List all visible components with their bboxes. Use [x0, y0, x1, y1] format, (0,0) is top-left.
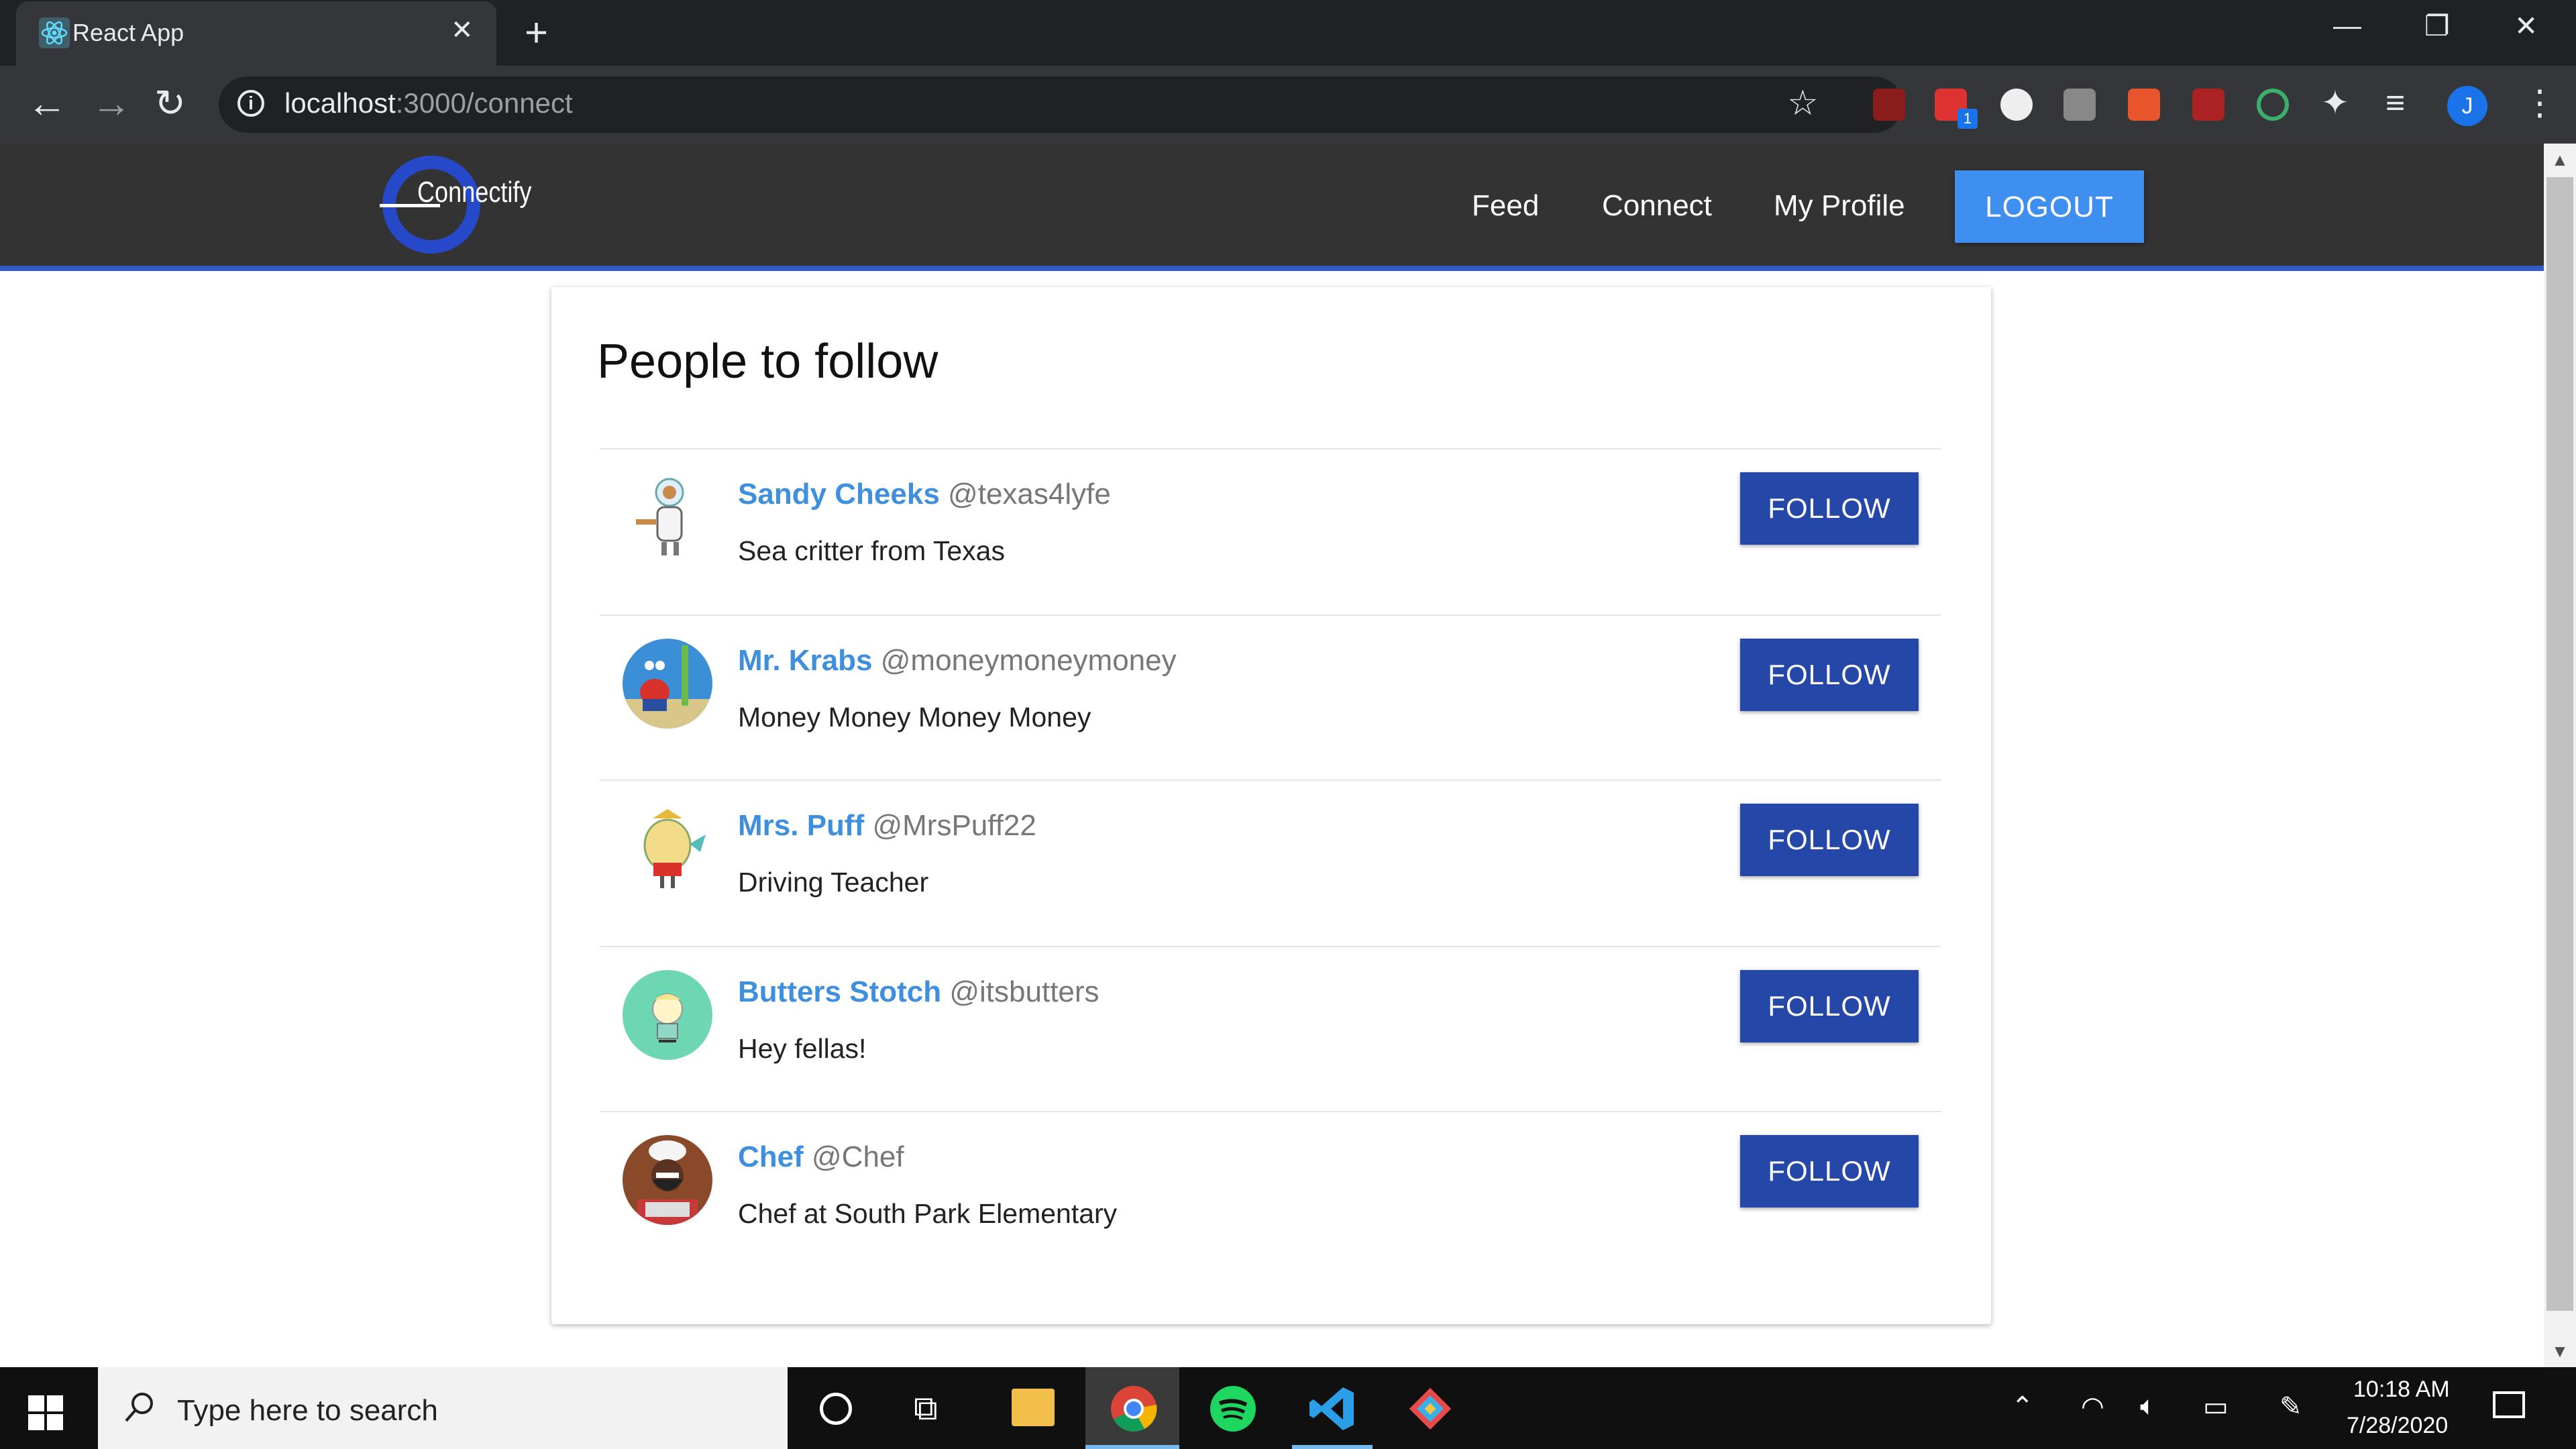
avatar-mr-krabs[interactable] [623, 639, 712, 729]
info-icon[interactable]: i [237, 90, 264, 117]
divider [600, 448, 1941, 449]
app-header [0, 144, 2544, 271]
follow-button[interactable]: FOLLOW [1740, 970, 1919, 1042]
divider [600, 946, 1941, 947]
follow-button[interactable]: FOLLOW [1740, 1135, 1919, 1208]
avatar-chef[interactable] [623, 1135, 712, 1225]
person-name[interactable]: Chef @Chef [738, 1140, 904, 1174]
extension-flag-icon[interactable] [2192, 89, 2224, 121]
extensions-puzzle-icon[interactable]: ✦ [2321, 83, 2349, 122]
person-handle: @MrsPuff22 [872, 809, 1036, 842]
battery-icon[interactable]: ▭ [2203, 1391, 2229, 1422]
person-name[interactable]: Mr. Krabs @moneymoneymoney [738, 644, 1177, 678]
url-text[interactable]: localhost:3000/connect [284, 87, 573, 119]
follow-button[interactable]: FOLLOW [1740, 804, 1919, 876]
person-name-text[interactable]: Mr. Krabs [738, 644, 873, 677]
avatar-sandy-cheeks[interactable] [623, 472, 712, 562]
scrollbar-thumb[interactable] [2546, 177, 2573, 1311]
person-bio: Money Money Money Money [738, 702, 1091, 733]
person-handle: @itsbutters [949, 975, 1099, 1008]
react-icon [39, 17, 70, 48]
follow-button[interactable]: FOLLOW [1740, 472, 1919, 545]
url-path: :3000/connect [395, 87, 573, 119]
bookmark-star-icon[interactable]: ☆ [1787, 83, 1819, 123]
close-window-icon[interactable]: ✕ [2514, 9, 2538, 42]
clock-time[interactable]: 10:18 AM [2353, 1377, 2450, 1403]
logo-text[interactable]: Connectify [417, 176, 531, 209]
browser-menu-icon[interactable]: ⋮ [2522, 83, 2557, 123]
person-name-text[interactable]: Chef [738, 1140, 804, 1173]
avatar-butters-stotch[interactable] [623, 970, 712, 1060]
new-tab-icon[interactable]: + [525, 9, 548, 56]
person-name-text[interactable]: Butters Stotch [738, 975, 941, 1008]
wifi-icon[interactable]: ◠ [2081, 1391, 2104, 1422]
chrome-active-indicator [1085, 1445, 1179, 1449]
tray-chevron-up-icon[interactable]: ⌃ [2011, 1391, 2034, 1422]
clock-date[interactable]: 7/28/2020 [2347, 1413, 2448, 1439]
pen-icon[interactable]: ✎ [2279, 1391, 2302, 1422]
person-name-text[interactable]: Sandy Cheeks [738, 478, 940, 511]
person-bio: Hey fellas! [738, 1033, 867, 1064]
extension-paw-icon[interactable] [2128, 89, 2160, 121]
reload-icon[interactable]: ↻ [154, 83, 186, 123]
person-name[interactable]: Mrs. Puff @MrsPuff22 [738, 809, 1036, 843]
volume-icon[interactable]: 🔈︎ [2140, 1391, 2156, 1421]
avatar-mrs-puff[interactable] [623, 804, 712, 894]
url-host: localhost [284, 87, 396, 119]
divider [600, 614, 1941, 616]
back-icon[interactable]: ← [27, 83, 67, 123]
page-title: People to follow [597, 335, 938, 388]
spotify-icon[interactable] [1209, 1385, 1257, 1433]
cortana-icon[interactable] [820, 1393, 852, 1425]
extension-circle-icon[interactable] [2000, 89, 2033, 121]
extension-square-icon[interactable] [2063, 89, 2096, 121]
media-queue-icon[interactable]: ≡ [2385, 83, 2405, 122]
person-name[interactable]: Butters Stotch @itsbutters [738, 975, 1099, 1009]
profile-avatar[interactable]: J [2447, 86, 2487, 126]
vscode-icon[interactable] [1308, 1385, 1356, 1433]
person-handle: @moneymoneymoney [880, 644, 1177, 677]
restore-icon[interactable]: ❐ [2424, 9, 2450, 42]
close-tab-icon[interactable]: ✕ [451, 15, 474, 46]
scroll-up-icon[interactable]: ▲ [2544, 144, 2576, 176]
task-view-icon[interactable]: ⧉ [914, 1389, 938, 1428]
minimize-icon[interactable]: — [2333, 9, 2361, 42]
divider [600, 780, 1941, 781]
notifications-icon[interactable] [2493, 1391, 2525, 1418]
person-name[interactable]: Sandy Cheeks @texas4lyfe [738, 478, 1111, 511]
follow-button[interactable]: FOLLOW [1740, 639, 1919, 711]
person-name-text[interactable]: Mrs. Puff [738, 809, 864, 842]
chrome-icon[interactable] [1110, 1385, 1158, 1433]
search-icon [125, 1393, 153, 1422]
extension-badge-count: 1 [1957, 109, 1978, 129]
tab-title: React App [72, 19, 184, 46]
person-bio: Driving Teacher [738, 867, 929, 898]
gitkraken-icon[interactable] [1406, 1385, 1454, 1433]
logout-button[interactable]: LOGOUT [1955, 170, 2144, 243]
file-explorer-icon[interactable] [1012, 1389, 1055, 1426]
person-handle: @Chef [812, 1140, 904, 1173]
person-bio: Chef at South Park Elementary [738, 1198, 1118, 1229]
person-bio: Sea critter from Texas [738, 535, 1005, 566]
scroll-down-icon[interactable]: ▼ [2544, 1335, 2576, 1367]
vscode-active-indicator [1292, 1445, 1373, 1449]
extension-target-icon[interactable] [2257, 89, 2289, 121]
search-input[interactable]: Type here to search [177, 1394, 438, 1428]
windows-start-icon[interactable] [28, 1395, 63, 1430]
forward-icon[interactable]: → [91, 83, 131, 123]
divider [600, 1111, 1941, 1112]
nav-my-profile[interactable]: My Profile [1774, 189, 1905, 223]
nav-connect[interactable]: Connect [1602, 189, 1712, 223]
nav-feed[interactable]: Feed [1472, 189, 1539, 223]
person-handle: @texas4lyfe [948, 478, 1111, 511]
ublock-icon[interactable] [1873, 89, 1905, 121]
